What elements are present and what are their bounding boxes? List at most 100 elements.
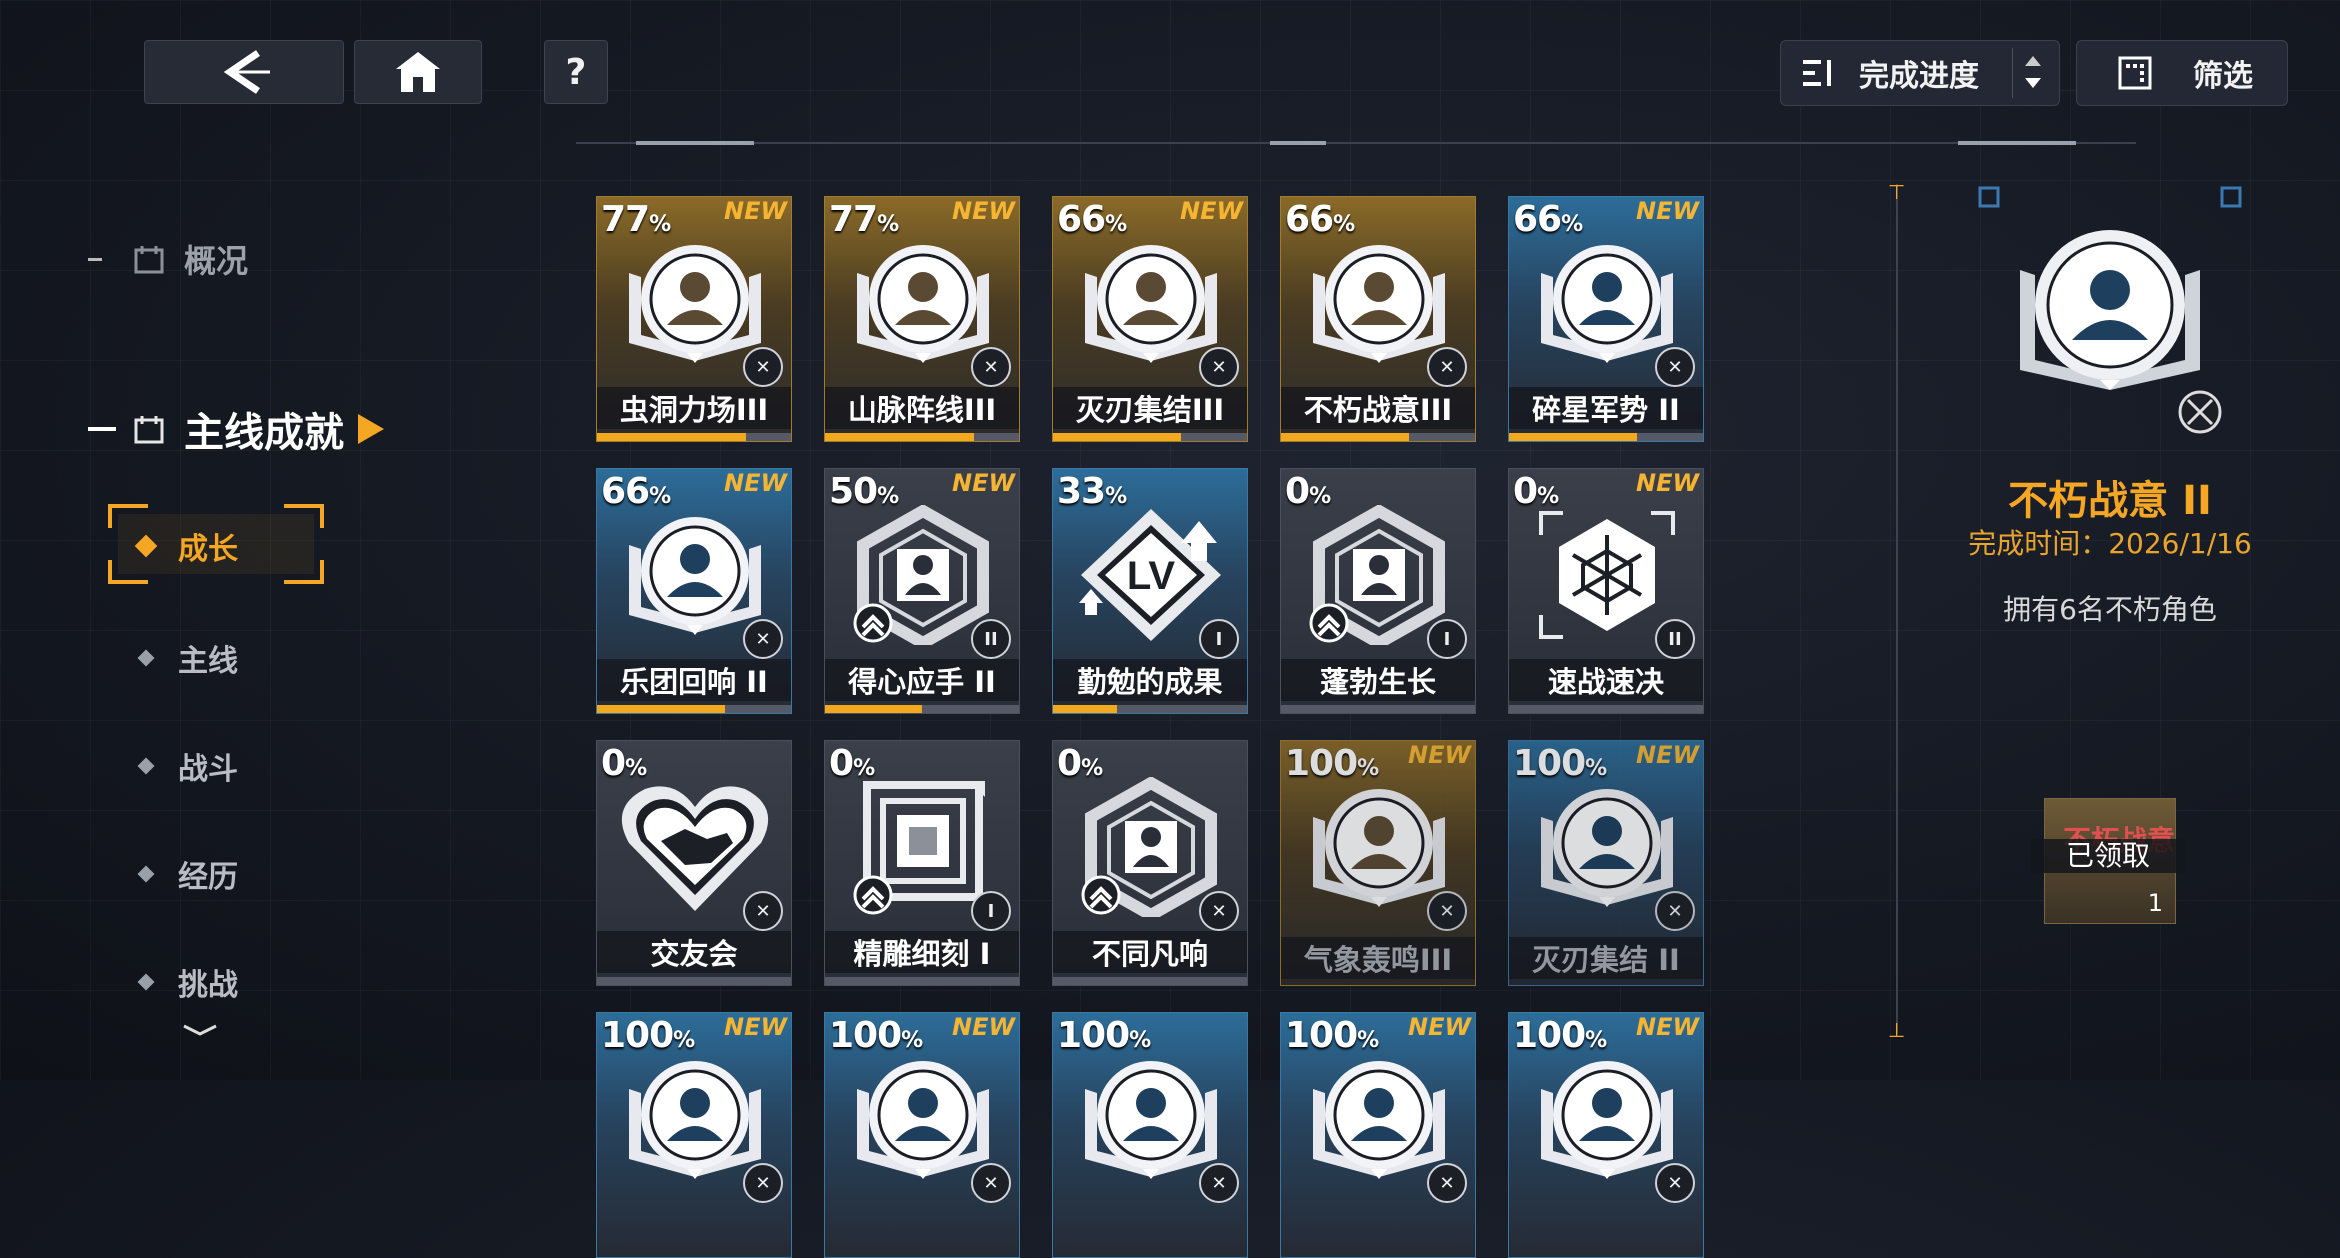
faction-emblem-icon: ✕	[1655, 1163, 1695, 1203]
sidebar-sub-main[interactable]: 主线	[137, 636, 238, 680]
card-name: 得心应手 II	[825, 659, 1019, 701]
achievement-card[interactable]: 50% NEW II 得心应手 II	[824, 468, 1020, 714]
sidebar-sub-challenge[interactable]: 挑战	[137, 960, 238, 1004]
filter-label: 筛选	[2193, 59, 2253, 94]
sort-button[interactable]: 完成进度	[1780, 40, 2060, 106]
filter-button[interactable]: 筛选	[2076, 40, 2288, 106]
tier-badge: I	[971, 891, 1011, 931]
achievement-card[interactable]: 100% NEW ✕	[824, 1012, 1020, 1258]
faction-emblem-icon: ✕	[743, 347, 783, 387]
filter-icon	[2118, 56, 2152, 90]
achievement-card[interactable]: 100% NEW ✕	[596, 1012, 792, 1258]
faction-emblem-icon: ✕	[1199, 347, 1239, 387]
achievement-card[interactable]: 33% LV I 勤勉的成果	[1052, 468, 1248, 714]
faction-emblem-icon: ✕	[971, 1163, 1011, 1203]
sidebar-main-label: 主线成就	[184, 410, 344, 456]
new-badge: NEW	[1636, 1013, 1699, 1041]
reward-count: 1	[2147, 889, 2163, 917]
reward-claimed-label: 已领取	[2031, 839, 2185, 873]
calendar-icon	[134, 246, 164, 274]
help-label: ?	[565, 51, 587, 93]
card-progress-fill	[597, 433, 747, 441]
faction-emblem-icon: ✕	[971, 347, 1011, 387]
faction-emblem-icon: ✕	[1427, 347, 1467, 387]
achievement-card[interactable]: 100% NEW ✕ 气象轰鸣III	[1280, 740, 1476, 986]
achievement-card[interactable]: 100% ✕	[1052, 1012, 1248, 1258]
sort-icon	[1803, 60, 1831, 86]
svg-text:LV: LV	[1127, 554, 1175, 598]
diamond-icon	[137, 757, 155, 775]
achievement-card[interactable]: 100% NEW ✕	[1508, 1012, 1704, 1258]
card-progress-fill	[825, 705, 922, 713]
scroll-down-chevron-icon[interactable]	[180, 1020, 220, 1040]
sort-direction-icon[interactable]	[2012, 48, 2053, 98]
card-name: 气象轰鸣III	[1281, 937, 1475, 979]
card-progress-bar	[825, 433, 1019, 441]
card-name: 勤勉的成果	[1053, 659, 1247, 701]
card-name: 乐团回响 II	[597, 659, 791, 701]
detail-description: 拥有6名不朽角色	[2003, 593, 2217, 626]
home-button[interactable]	[354, 40, 482, 104]
detail-completion-time: 完成时间：2026/1/16	[1968, 527, 2252, 560]
sidebar-sub-battle[interactable]: 战斗	[137, 744, 238, 788]
new-badge: NEW	[724, 1013, 787, 1041]
achievement-card[interactable]: 66% NEW ✕ 灭刃集结III	[1052, 196, 1248, 442]
new-badge: NEW	[952, 469, 1015, 497]
detail-achievement-icon	[1978, 186, 2242, 434]
calendar-icon	[134, 416, 164, 444]
faction-emblem-icon: ✕	[743, 891, 783, 931]
achievement-card[interactable]: 0% ✕ 不同凡响	[1052, 740, 1248, 986]
card-name: 不朽战意III	[1281, 387, 1475, 429]
card-name: 虫洞力场III	[597, 387, 791, 429]
achievement-card[interactable]: 0% I 精雕细刻 I	[824, 740, 1020, 986]
sub-label: 经历	[178, 860, 238, 895]
sidebar-item-overview[interactable]: 概况	[88, 236, 248, 282]
sub-label-growth: 成长	[178, 532, 238, 567]
achievement-card[interactable]: 77% NEW ✕ 山脉阵线III	[824, 196, 1020, 442]
card-progress-bar	[1053, 433, 1247, 441]
faction-emblem-icon: ✕	[743, 1163, 783, 1203]
diamond-icon	[137, 865, 155, 883]
sub-label: 主线	[178, 644, 238, 679]
home-icon	[396, 52, 440, 92]
card-name: 蓬勃生长	[1281, 659, 1475, 701]
sidebar-item-main[interactable]: 主线成就	[88, 400, 386, 458]
collapse-dash-icon	[88, 257, 102, 261]
rail-marker-center	[1270, 141, 1326, 145]
tier-badge: I	[1427, 619, 1467, 659]
sidebar-sub-selected[interactable]: 成长	[108, 504, 324, 584]
new-badge: NEW	[952, 197, 1015, 225]
achievement-card[interactable]: 0% ✕ 交友会	[596, 740, 792, 986]
back-arrow-icon	[223, 50, 270, 94]
back-button[interactable]	[144, 40, 344, 104]
detail-title: 不朽战意 II	[2008, 478, 2212, 524]
sidebar-overview-label: 概况	[184, 242, 249, 280]
faction-emblem-icon: ✕	[1655, 891, 1695, 931]
faction-emblem-icon: ✕	[1427, 891, 1467, 931]
new-badge: NEW	[952, 1013, 1015, 1041]
achievement-card[interactable]: 66% NEW ✕ 碎星军势 II	[1508, 196, 1704, 442]
achievement-card[interactable]: 66% NEW ✕ 乐团回响 II	[596, 468, 792, 714]
card-name: 灭刃集结III	[1053, 387, 1247, 429]
card-progress-bar	[597, 977, 791, 985]
new-badge: NEW	[724, 469, 787, 497]
achievement-card[interactable]: 0% NEW II 速战速决	[1508, 468, 1704, 714]
achievement-card[interactable]: 100% NEW ✕ 灭刃集结 II	[1508, 740, 1704, 986]
card-progress-bar	[597, 705, 791, 713]
rail-marker-left	[636, 141, 754, 145]
faction-emblem-icon: ✕	[1655, 347, 1695, 387]
achievement-card[interactable]: 77% NEW ✕ 虫洞力场III	[596, 196, 792, 442]
achievement-card[interactable]: 66% ✕ 不朽战意III	[1280, 196, 1476, 442]
reward-item[interactable]: 不朽战意 已领取 1	[2031, 798, 2185, 924]
card-progress-bar	[1509, 433, 1703, 441]
help-button[interactable]: ?	[544, 40, 608, 104]
play-arrow-icon	[358, 414, 384, 444]
achievement-card[interactable]: 100% NEW ✕	[1280, 1012, 1476, 1258]
new-badge: NEW	[1636, 469, 1699, 497]
sidebar-sub-experience[interactable]: 经历	[137, 852, 238, 896]
card-progress-fill	[597, 705, 726, 713]
tier-badge: I	[1199, 619, 1239, 659]
achievement-card[interactable]: 0% I 蓬勃生长	[1280, 468, 1476, 714]
new-badge: NEW	[1636, 197, 1699, 225]
card-progress-bar	[1281, 433, 1475, 441]
